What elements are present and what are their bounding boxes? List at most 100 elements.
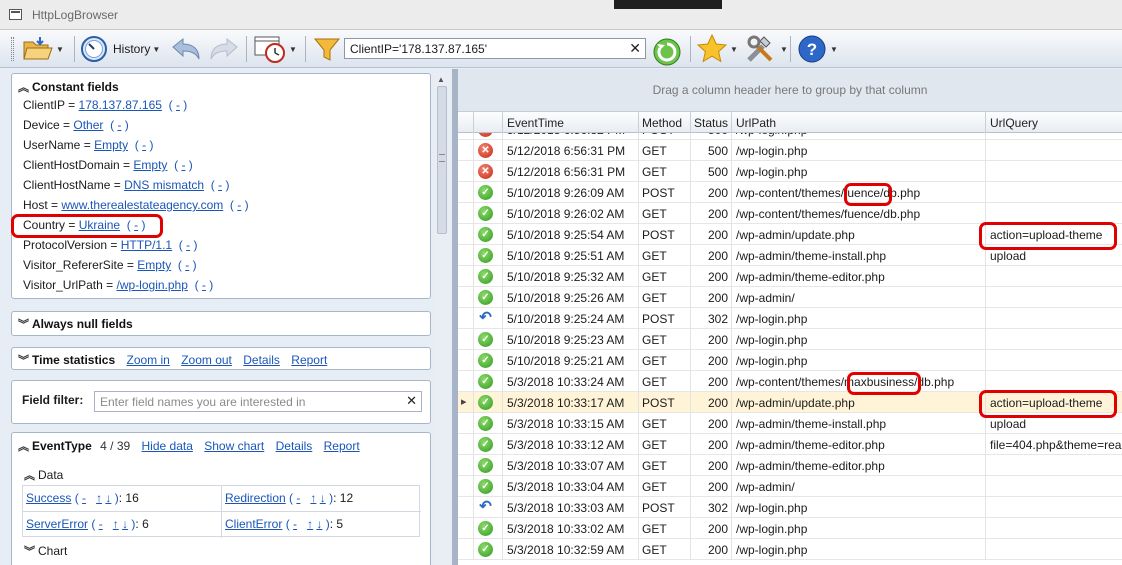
report-link[interactable]: Report: [291, 353, 327, 367]
column-header-method[interactable]: Method: [642, 116, 682, 130]
field-value-link[interactable]: 178.137.87.165: [79, 98, 162, 112]
sort-down-link[interactable]: ↓: [105, 491, 111, 505]
table-row[interactable]: ✓ 5/10/2018 9:25:32 AM GET 200/wp-admin/the…: [458, 266, 1122, 287]
sort-down-link[interactable]: ↓: [122, 517, 128, 531]
chevron-down-icon[interactable]: ▼: [152, 45, 160, 54]
chart-section-header[interactable]: ︾ Chart: [24, 543, 67, 559]
exclude-value-link[interactable]: -: [176, 98, 180, 112]
table-row[interactable]: ✓ 5/3/2018 10:33:04 AM GET 200/wp-admin/: [458, 476, 1122, 497]
table-row[interactable]: ✓ 5/10/2018 9:26:09 AM POST 200/wp-content/…: [458, 182, 1122, 203]
history-button[interactable]: History ▼: [80, 30, 160, 68]
table-row[interactable]: ✓ 5/3/2018 10:32:59 AM GET 200/wp-login.php: [458, 539, 1122, 560]
zoom-out-link[interactable]: Zoom out: [181, 353, 232, 367]
table-row[interactable]: ✓ 5/10/2018 9:25:21 AM GET 200/wp-login.php: [458, 350, 1122, 371]
table-row[interactable]: ✕ 5/12/2018 6:56:31 PM GET 500/wp-login.php: [458, 161, 1122, 182]
exclude-value-link[interactable]: -: [142, 138, 146, 152]
report-link[interactable]: Report: [324, 439, 360, 453]
table-row[interactable]: ✓ 5/3/2018 10:33:24 AM GET 200/wp-content/t…: [458, 371, 1122, 392]
field-value-link[interactable]: Empty: [137, 258, 171, 272]
refresh-button[interactable]: [651, 33, 683, 71]
sort-down-link[interactable]: ↓: [320, 491, 326, 505]
exclude-value-link[interactable]: -: [186, 238, 190, 252]
exclude-value-link[interactable]: -: [237, 198, 241, 212]
field-value-link[interactable]: Empty: [94, 138, 128, 152]
event-type-name-link[interactable]: ServerError: [26, 517, 88, 531]
back-button[interactable]: [170, 30, 202, 68]
column-header-eventtime[interactable]: EventTime: [507, 116, 564, 130]
tools-button[interactable]: ▼: [744, 30, 788, 68]
field-value-link[interactable]: Empty: [133, 158, 167, 172]
event-type-name-link[interactable]: ClientError: [225, 517, 282, 531]
expand-icon[interactable]: ︾: [18, 352, 32, 368]
table-row[interactable]: ✓ 5/3/2018 10:33:12 AM GET 200/wp-admin/the…: [458, 434, 1122, 455]
cell-urlpath: /wp-admin/update.php: [736, 396, 855, 410]
table-row[interactable]: ↶ 5/10/2018 9:25:24 AM POST 302/wp-login.ph…: [458, 308, 1122, 329]
filter-input-value: ClientIP='178.137.87.165': [350, 42, 488, 56]
event-type-title[interactable]: EventType: [32, 439, 92, 453]
sort-up-link[interactable]: ↑: [96, 491, 102, 505]
show-chart-link[interactable]: Show chart: [204, 439, 264, 453]
always-null-panel[interactable]: ︾ Always null fields: [11, 311, 431, 336]
clear-field-filter-icon[interactable]: ✕: [406, 393, 417, 409]
toolbar-grip[interactable]: [11, 37, 14, 61]
open-button[interactable]: ▼: [22, 30, 64, 68]
chevron-down-icon[interactable]: ▼: [289, 45, 297, 54]
field-filter-input[interactable]: Enter field names you are interested in …: [94, 391, 422, 412]
help-button[interactable]: ? ▼: [796, 30, 838, 68]
exclude-link[interactable]: -: [82, 491, 86, 505]
chevron-down-icon[interactable]: ▼: [730, 45, 738, 54]
table-row[interactable]: ✓ 5/3/2018 10:33:02 AM GET 200/wp-login.php: [458, 518, 1122, 539]
chevron-down-icon[interactable]: ▼: [56, 45, 64, 54]
always-null-title: Always null fields: [32, 317, 133, 331]
table-row[interactable]: ↶ 5/3/2018 10:33:03 AM POST 302/wp-login.ph…: [458, 497, 1122, 518]
column-header-urlpath[interactable]: UrlPath: [736, 116, 776, 130]
hide-data-link[interactable]: Hide data: [142, 439, 193, 453]
column-header-urlquery[interactable]: UrlQuery: [990, 116, 1038, 130]
exclude-value-link[interactable]: -: [185, 258, 189, 272]
sort-up-link[interactable]: ↑: [307, 517, 313, 531]
field-value-link[interactable]: DNS mismatch: [124, 178, 204, 192]
table-row[interactable]: ✓ 5/10/2018 9:25:26 AM GET 200/wp-admin/: [458, 287, 1122, 308]
group-by-area[interactable]: Drag a column header here to group by th…: [458, 69, 1122, 111]
table-row[interactable]: ✓ 5/10/2018 9:26:02 AM GET 200/wp-content/t…: [458, 203, 1122, 224]
exclude-link[interactable]: -: [99, 517, 103, 531]
event-type-name-link[interactable]: Redirection: [225, 491, 286, 505]
table-row[interactable]: ✕ 5/12/2018 6:56:31 PM GET 500/wp-login.php: [458, 140, 1122, 161]
clear-filter-icon[interactable]: ✕: [629, 40, 641, 57]
sort-up-link[interactable]: ↑: [113, 517, 119, 531]
chevron-down-icon[interactable]: ▼: [830, 45, 838, 54]
event-type-name-link[interactable]: Success: [26, 491, 71, 505]
table-row[interactable]: ✓ 5/3/2018 10:33:07 AM GET 200/wp-admin/the…: [458, 455, 1122, 476]
chevron-down-icon[interactable]: ▼: [780, 45, 788, 54]
sort-down-link[interactable]: ↓: [316, 517, 322, 531]
collapse-icon: ︽: [18, 82, 29, 94]
field-value-link[interactable]: Other: [73, 118, 103, 132]
details-link[interactable]: Details: [243, 353, 280, 367]
filter-input[interactable]: ClientIP='178.137.87.165' ✕: [344, 38, 646, 59]
scroll-up-icon[interactable]: ▲: [437, 75, 445, 84]
table-row-partial[interactable]: ✕ 5/12/2018 6:56:32 PM POST 500/wp-login.ph…: [458, 133, 1122, 140]
exclude-value-link[interactable]: -: [218, 178, 222, 192]
exclude-link[interactable]: -: [296, 491, 300, 505]
sort-up-link[interactable]: ↑: [310, 491, 316, 505]
exclude-value-link[interactable]: -: [181, 158, 185, 172]
forward-button[interactable]: [208, 30, 240, 68]
exclude-value-link[interactable]: -: [117, 118, 121, 132]
field-value-link[interactable]: HTTP/1.1: [121, 238, 172, 252]
zoom-in-link[interactable]: Zoom in: [127, 353, 170, 367]
constant-fields-header[interactable]: ︽ Constant fields: [18, 79, 119, 95]
collapse-icon[interactable]: ︽: [18, 438, 32, 454]
table-row[interactable]: ✓ 5/10/2018 9:25:23 AM GET 200/wp-login.php: [458, 329, 1122, 350]
column-header-status[interactable]: Status: [694, 116, 728, 130]
favorites-button[interactable]: ▼: [696, 30, 738, 68]
exclude-value-link[interactable]: -: [202, 278, 206, 292]
field-value-link[interactable]: www.therealestateagency.com: [61, 198, 223, 212]
time-statistics-title[interactable]: Time statistics: [32, 353, 115, 367]
field-value-link[interactable]: /wp-login.php: [117, 278, 188, 292]
cell-method: GET: [642, 270, 667, 284]
time-range-button[interactable]: ▼: [253, 30, 297, 68]
data-section-header[interactable]: ︽ Data: [24, 467, 63, 483]
exclude-link[interactable]: -: [293, 517, 297, 531]
details-link[interactable]: Details: [276, 439, 313, 453]
filter-button[interactable]: [313, 30, 341, 68]
